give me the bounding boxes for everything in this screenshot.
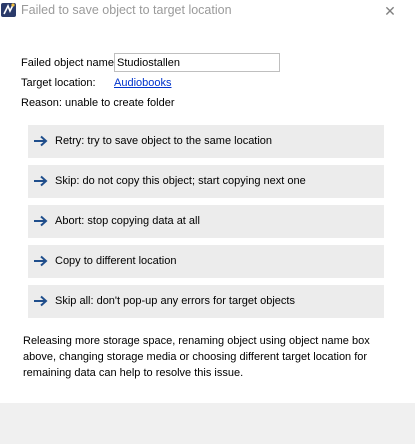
- window-title: Failed to save object to target location: [21, 3, 232, 17]
- skip-all-button-label: Skip all: don't pop-up any errors for ta…: [55, 295, 295, 307]
- copy-to-different-location-button[interactable]: Copy to different location: [28, 245, 384, 278]
- abort-button[interactable]: Abort: stop copying data at all: [28, 205, 384, 238]
- arrow-right-icon: [34, 295, 48, 307]
- dialog-footer: [0, 403, 415, 444]
- object-name-input[interactable]: [114, 53, 280, 72]
- target-location-link[interactable]: Audiobooks: [114, 77, 172, 89]
- retry-button[interactable]: Retry: try to save object to the same lo…: [28, 125, 384, 158]
- reason-text: Reason: unable to create folder: [21, 97, 175, 109]
- app-logo-icon: [1, 3, 16, 17]
- retry-button-label: Retry: try to save object to the same lo…: [55, 135, 273, 147]
- skip-all-button[interactable]: Skip all: don't pop-up any errors for ta…: [28, 285, 384, 318]
- arrow-right-icon: [34, 215, 48, 227]
- arrow-right-icon: [34, 135, 48, 147]
- arrow-right-icon: [34, 255, 48, 267]
- skip-button-label: Skip: do not copy this object; start cop…: [55, 175, 306, 187]
- title-bar: Failed to save object to target location…: [0, 0, 415, 24]
- copy-to-different-location-label: Copy to different location: [55, 255, 177, 267]
- abort-button-label: Abort: stop copying data at all: [55, 215, 200, 227]
- skip-button[interactable]: Skip: do not copy this object; start cop…: [28, 165, 384, 198]
- close-icon[interactable]: ✕: [375, 0, 405, 22]
- object-name-label: Failed object name:: [21, 57, 117, 69]
- target-location-label: Target location:: [21, 77, 96, 89]
- info-text: Releasing more storage space, renaming o…: [23, 335, 370, 379]
- arrow-right-icon: [34, 175, 48, 187]
